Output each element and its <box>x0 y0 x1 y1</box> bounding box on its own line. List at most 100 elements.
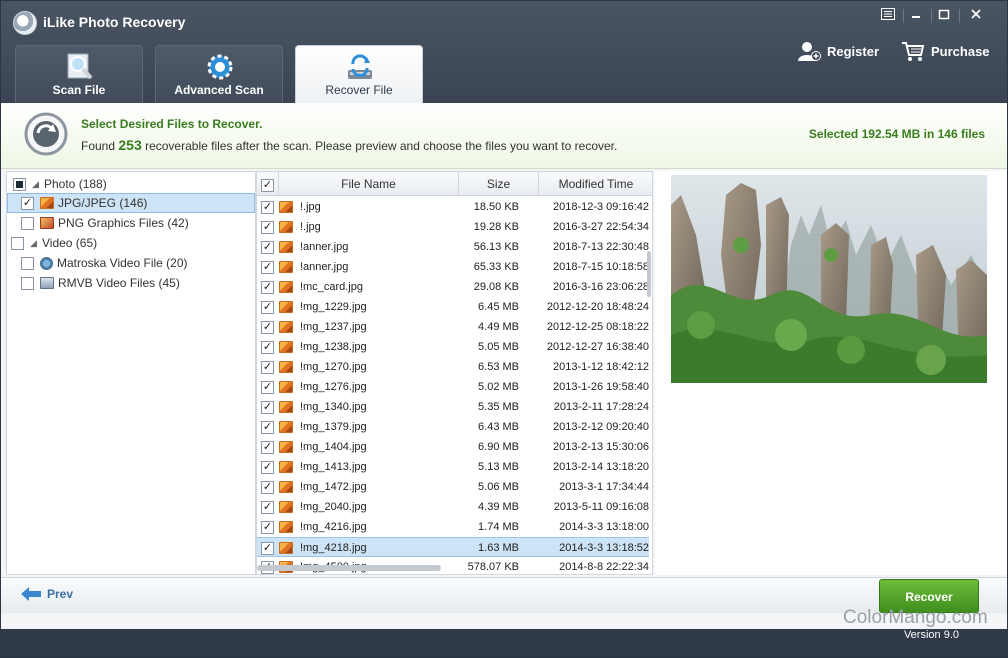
table-row[interactable]: ✓ !mg_1340.jpg 5.35 MB 2013-2-11 17:28:24 <box>257 397 649 417</box>
tree-checkbox[interactable]: ✓ <box>21 196 34 210</box>
row-checkbox[interactable]: ✓ <box>261 542 274 555</box>
table-row[interactable]: ✓ !mg_1238.jpg 5.05 MB 2012-12-27 16:38:40 <box>257 337 649 357</box>
row-checkbox[interactable]: ✓ <box>261 321 274 334</box>
tab-scan-file[interactable]: Scan File <box>15 45 143 103</box>
recover-status-icon <box>24 112 68 156</box>
purchase-button[interactable]: Purchase <box>901 39 990 63</box>
row-checkbox[interactable]: ✓ <box>261 221 274 234</box>
scroll-thumb[interactable] <box>647 251 651 297</box>
tab-label: Recover File <box>325 83 393 97</box>
column-modified-time[interactable]: Modified Time <box>539 172 652 196</box>
table-row[interactable]: ✓ !mg_1229.jpg 6.45 MB 2012-12-20 18:48:24 <box>257 297 649 317</box>
table-row[interactable]: ✓ !mg_2040.jpg 4.39 MB 2013-5-11 09:16:08 <box>257 497 649 517</box>
file-name-cell: !mg_1237.jpg <box>300 321 367 333</box>
table-row[interactable]: ✓ !mg_1276.jpg 5.02 MB 2013-1-26 19:58:40 <box>257 377 649 397</box>
row-checkbox[interactable]: ✓ <box>261 281 274 294</box>
jpg-file-icon <box>279 501 293 513</box>
select-all-checkbox[interactable]: ✓ <box>261 179 274 192</box>
table-row[interactable]: ✓ !mg_4216.jpg 1.74 MB 2014-3-3 13:18:00 <box>257 517 649 537</box>
modified-time-cell: 2013-2-11 17:28:24 <box>553 401 649 413</box>
row-checkbox[interactable]: ✓ <box>261 301 274 314</box>
row-checkbox[interactable]: ✓ <box>261 441 274 454</box>
modified-time-cell: 2012-12-27 16:38:40 <box>546 341 649 353</box>
menu-icon[interactable] <box>877 7 899 25</box>
modified-time-cell: 2013-1-12 18:42:12 <box>552 361 649 373</box>
column-file-name[interactable]: File Name <box>279 172 459 196</box>
file-size-cell: 19.28 KB <box>473 221 519 233</box>
row-checkbox[interactable]: ✓ <box>261 521 274 534</box>
title-separator <box>903 9 904 23</box>
title-bar: iLike Photo Recovery Register Purchase S… <box>1 1 1007 104</box>
file-name-cell: !mg_1276.jpg <box>300 381 367 393</box>
tab-recover-file[interactable]: Recover File <box>295 45 423 104</box>
modified-time-cell: 2016-3-27 22:54:34 <box>552 221 649 233</box>
purchase-label: Purchase <box>931 43 990 59</box>
title-separator <box>931 9 932 23</box>
tree-item-png[interactable]: PNG Graphics Files (42) <box>7 213 255 233</box>
table-row[interactable]: ✓ !.jpg 18.50 KB 2018-12-3 09:16:42 <box>257 197 649 217</box>
row-checkbox[interactable]: ✓ <box>261 361 274 374</box>
modified-time-cell: 2013-2-13 15:30:06 <box>552 441 649 453</box>
jpg-file-icon <box>279 281 293 293</box>
file-size-cell: 18.50 KB <box>473 201 519 213</box>
gear-icon <box>207 54 233 80</box>
tree-item-label: PNG Graphics Files (42) <box>58 216 189 230</box>
table-row[interactable]: ✓ !mg_4218.jpg 1.63 MB 2014-3-3 13:18:52 <box>257 537 649 557</box>
row-checkbox[interactable]: ✓ <box>261 401 274 414</box>
jpg-file-icon <box>279 381 293 393</box>
file-size-cell: 5.35 MB <box>478 401 519 413</box>
minimize-icon[interactable] <box>905 7 927 25</box>
row-checkbox[interactable]: ✓ <box>261 341 274 354</box>
jpg-file-icon <box>279 521 293 533</box>
jpg-file-icon <box>279 481 293 493</box>
row-checkbox[interactable]: ✓ <box>261 501 274 514</box>
row-checkbox[interactable]: ✓ <box>261 421 274 434</box>
cart-icon <box>902 42 925 61</box>
tree-checkbox[interactable] <box>21 276 34 290</box>
watermark: ColorMango.com <box>843 607 988 628</box>
video-file-icon <box>40 256 53 270</box>
expand-triangle-icon[interactable]: ◢ <box>32 179 40 190</box>
tab-advanced-scan[interactable]: Advanced Scan <box>155 45 283 103</box>
table-row[interactable]: ✓ !mg_1472.jpg 5.06 MB 2013-3-1 17:34:44 <box>257 477 649 497</box>
banner-message: Found 253 recoverable files after the sc… <box>81 137 617 153</box>
close-icon[interactable] <box>965 7 987 25</box>
table-row[interactable]: ✓ !mg_1270.jpg 6.53 MB 2013-1-12 18:42:12 <box>257 357 649 377</box>
expand-triangle-icon[interactable]: ◢ <box>30 238 38 249</box>
tree-checkbox[interactable] <box>21 256 34 270</box>
table-header: ✓ File Name Size Modified Time <box>257 172 652 196</box>
column-size[interactable]: Size <box>459 172 539 196</box>
maximize-icon[interactable] <box>933 7 955 25</box>
table-row[interactable]: ✓ !mg_1237.jpg 4.49 MB 2012-12-25 08:18:22 <box>257 317 649 337</box>
table-row[interactable]: ✓ !.jpg 19.28 KB 2016-3-27 22:54:34 <box>257 217 649 237</box>
row-checkbox[interactable]: ✓ <box>261 481 274 494</box>
vertical-scrollbar[interactable] <box>646 197 652 567</box>
modified-time-cell: 2012-12-25 08:18:22 <box>546 321 649 333</box>
tree-item-video[interactable]: ◢ Video (65) <box>7 233 255 253</box>
tree-item-jpg[interactable]: ✓ JPG/JPEG (146) <box>7 193 255 213</box>
tree-checkbox[interactable] <box>11 236 24 250</box>
row-checkbox[interactable]: ✓ <box>261 461 274 474</box>
table-row[interactable]: ✓ !mg_1404.jpg 6.90 MB 2013-2-13 15:30:06 <box>257 437 649 457</box>
prev-button[interactable]: Prev <box>21 587 73 601</box>
preview-panel <box>655 171 1007 575</box>
row-checkbox[interactable]: ✓ <box>261 241 274 254</box>
register-button[interactable]: Register <box>797 39 879 63</box>
tree-checkbox[interactable] <box>21 216 34 230</box>
table-row[interactable]: ✓ !mg_1413.jpg 5.13 MB 2013-2-14 13:18:20 <box>257 457 649 477</box>
tree-item-photo[interactable]: ◢ Photo (188) <box>7 174 255 194</box>
table-row[interactable]: ✓ !mc_card.jpg 29.08 KB 2016-3-16 23:06:28 <box>257 277 649 297</box>
file-size-cell: 4.49 MB <box>478 321 519 333</box>
tree-item-rmvb[interactable]: RMVB Video Files (45) <box>7 273 255 293</box>
table-row[interactable]: ✓ !anner.jpg 56.13 KB 2018-7-13 22:30:48 <box>257 237 649 257</box>
row-checkbox[interactable]: ✓ <box>261 261 274 274</box>
row-checkbox[interactable]: ✓ <box>261 381 274 394</box>
horizontal-scrollbar[interactable] <box>257 565 441 571</box>
prev-label: Prev <box>47 587 74 601</box>
tab-label: Scan File <box>52 83 106 97</box>
tree-checkbox[interactable] <box>13 177 26 191</box>
row-checkbox[interactable]: ✓ <box>261 201 274 214</box>
tree-item-matroska[interactable]: Matroska Video File (20) <box>7 253 255 273</box>
table-row[interactable]: ✓ !anner.jpg 65.33 KB 2018-7-15 10:18:58 <box>257 257 649 277</box>
table-row[interactable]: ✓ !mg_1379.jpg 6.43 MB 2013-2-12 09:20:40 <box>257 417 649 437</box>
